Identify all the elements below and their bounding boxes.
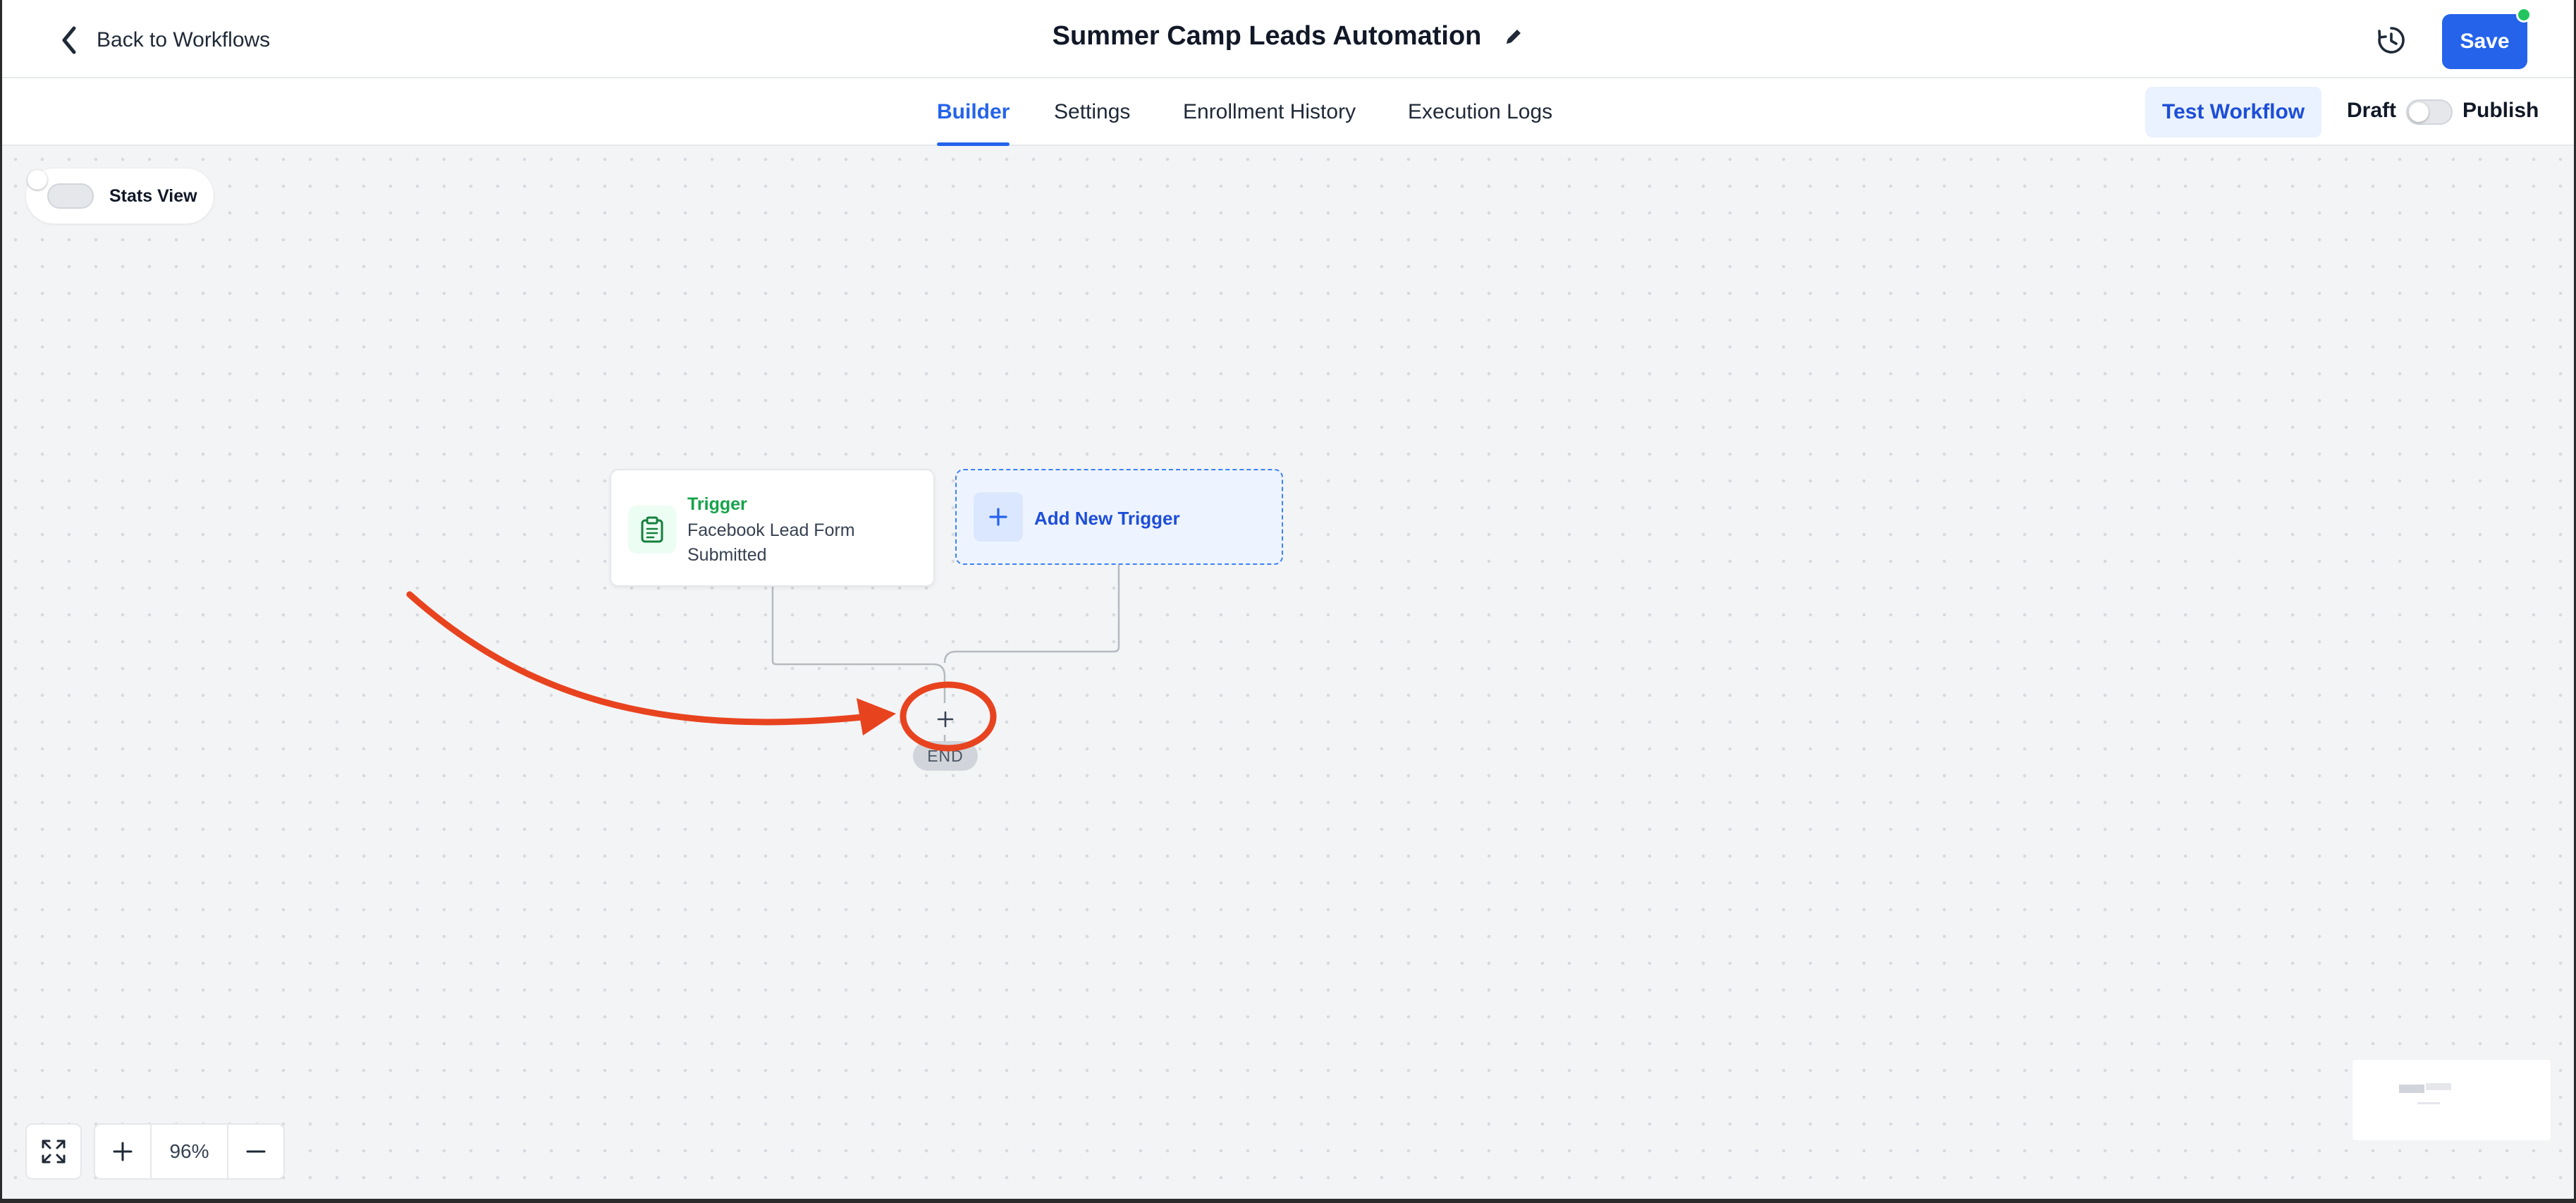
workflow-title-area: Summer Camp Leads Automation [2,21,2574,51]
tab-enrollment-history[interactable]: Enrollment History [1183,78,1356,146]
plus-icon [113,1142,133,1161]
plus-icon [989,508,1007,526]
zoom-in-button[interactable] [95,1125,150,1178]
zoom-out-button[interactable] [228,1125,283,1178]
status-dot [2516,7,2532,23]
tab-execution-logs[interactable]: Execution Logs [1408,78,1552,146]
trigger-node[interactable]: Trigger Facebook Lead Form Submitted [610,469,935,587]
tab-builder[interactable]: Builder [937,78,1010,146]
workflow-canvas[interactable]: Stats View Trigger Facebook Lead Form Su… [2,146,2574,1199]
save-button[interactable]: Save [2442,14,2527,69]
stats-view-label: Stats View [109,185,197,206]
annotation-arrow-overlay [406,591,997,752]
test-workflow-button[interactable]: Test Workflow [2145,87,2322,138]
publish-toggle[interactable] [2406,99,2453,125]
add-action-button[interactable] [926,700,964,738]
stats-view-toggle[interactable] [27,170,94,209]
end-node: END [913,741,978,771]
trigger-label: Trigger [687,494,747,514]
clipboard-icon [641,516,663,543]
draft-label: Draft [2347,99,2397,122]
plus-icon [937,711,954,728]
pencil-icon[interactable] [1504,27,1523,47]
workflow-title: Summer Camp Leads Automation [1052,21,1482,51]
history-clock-icon[interactable] [2375,24,2408,56]
top-bar: Back to Workflows Summer Camp Leads Auto… [2,0,2574,78]
publish-label: Publish [2462,99,2539,122]
add-trigger-icon-box [974,492,1023,542]
fit-view-button[interactable] [25,1123,82,1180]
stats-view-control: Stats View [26,169,214,224]
workflow-builder-window: Back to Workflows Summer Camp Leads Auto… [0,0,2576,1203]
trigger-description: Facebook Lead Form Submitted [687,520,855,565]
zoom-level: 96% [150,1125,228,1178]
expand-icon [42,1140,66,1164]
minus-icon [246,1150,266,1153]
tab-settings[interactable]: Settings [1054,78,1130,146]
add-new-trigger-label: Add New Trigger [1034,508,1180,529]
minimap-preview [2399,1083,2451,1104]
toggle-knob [27,170,47,190]
connector-lines [771,565,1120,743]
trigger-icon-box [628,506,676,554]
tab-bar: Builder Settings Enrollment History Exec… [2,78,2574,146]
add-new-trigger-node[interactable]: Add New Trigger [955,469,1283,565]
toggle-knob [2409,102,2429,122]
zoom-controls: 96% [94,1123,285,1180]
minimap[interactable] [2353,1060,2551,1140]
